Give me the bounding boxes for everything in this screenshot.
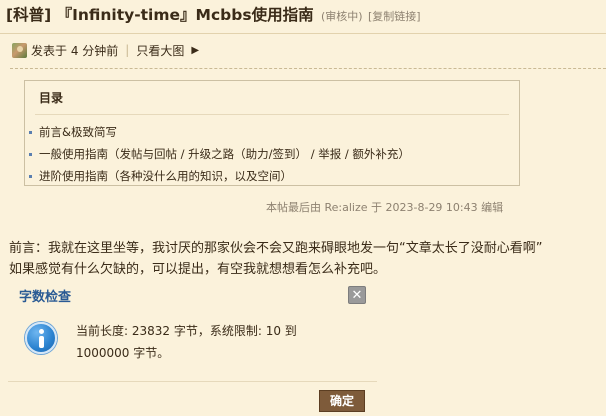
- meta-divider: [10, 68, 606, 69]
- bullet-icon: [29, 130, 32, 134]
- dialog-message-line: 当前长度: 23832 字节，系统限制: 10 到: [76, 324, 297, 338]
- play-arrow-icon[interactable]: ▶: [191, 45, 199, 56]
- toc-divider: [35, 114, 509, 115]
- post-time: 发表于 4 分钟前: [31, 43, 119, 58]
- copy-link[interactable]: [复制链接]: [368, 10, 421, 23]
- last-edited-note: 本帖最后由 Re:alize 于 2023-8-29 10:43 编辑: [266, 201, 504, 214]
- header-divider: [0, 33, 606, 34]
- dialog-message-line: 1000000 字节。: [76, 346, 170, 360]
- toc-item-preface[interactable]: 前言&极致简写: [25, 121, 410, 143]
- post-body-line: 如果感觉有什么欠缺的，可以提出，有空我就想想看怎么补充吧。: [9, 262, 387, 277]
- author-avatar-icon[interactable]: [12, 42, 27, 58]
- confirm-button[interactable]: 确定: [319, 390, 365, 412]
- toc-item-label[interactable]: 一般使用指南（发帖与回帖 / 升级之路（助力/签到） / 举报 / 额外补充）: [39, 146, 410, 162]
- toc-heading: 目录: [39, 91, 64, 105]
- moderation-status: (审核中): [320, 10, 363, 23]
- info-icon: [25, 322, 57, 354]
- toc-item-advanced-guide[interactable]: 进阶使用指南（各种没什么用的知识，以及空间）: [25, 165, 410, 187]
- thread-title-text: [科普] 『Infinity-time』Mcbbs使用指南: [6, 6, 314, 24]
- toc-item-label[interactable]: 进阶使用指南（各种没什么用的知识，以及空间）: [39, 168, 292, 184]
- info-icon-bar: [39, 336, 44, 348]
- thread-title: [科普] 『Infinity-time』Mcbbs使用指南 (审核中) [复制链…: [6, 2, 421, 28]
- table-of-contents: 目录 前言&极致简写 一般使用指南（发帖与回帖 / 升级之路（助力/签到） / …: [24, 80, 520, 186]
- bullet-icon: [29, 174, 32, 178]
- toc-list: 前言&极致简写 一般使用指南（发帖与回帖 / 升级之路（助力/签到） / 举报 …: [25, 121, 410, 187]
- bullet-icon: [29, 152, 32, 156]
- dialog-divider: [8, 381, 377, 382]
- meta-separator: |: [125, 43, 130, 57]
- post-body: 前言：我就在这里坐等，我讨厌的那家伙会不会又跑来碍眼地发一句“文章太长了没耐心看…: [9, 238, 542, 280]
- dialog-message: 当前长度: 23832 字节，系统限制: 10 到 1000000 字节。: [76, 320, 297, 364]
- toc-item-general-guide[interactable]: 一般使用指南（发帖与回帖 / 升级之路（助力/签到） / 举报 / 额外补充）: [25, 143, 410, 165]
- close-icon[interactable]: ✕: [348, 286, 366, 304]
- post-body-line: 前言：我就在这里坐等，我讨厌的那家伙会不会又跑来碍眼地发一句“文章太长了没耐心看…: [9, 241, 543, 256]
- toc-item-label[interactable]: 前言&极致简写: [39, 124, 117, 140]
- dialog-title: 字数检查: [19, 290, 72, 305]
- only-view-big-image-link[interactable]: 只看大图: [136, 42, 184, 59]
- info-icon-dot: [39, 329, 44, 334]
- post-meta: 发表于 4 分钟前 | 只看大图 ▶: [12, 39, 199, 61]
